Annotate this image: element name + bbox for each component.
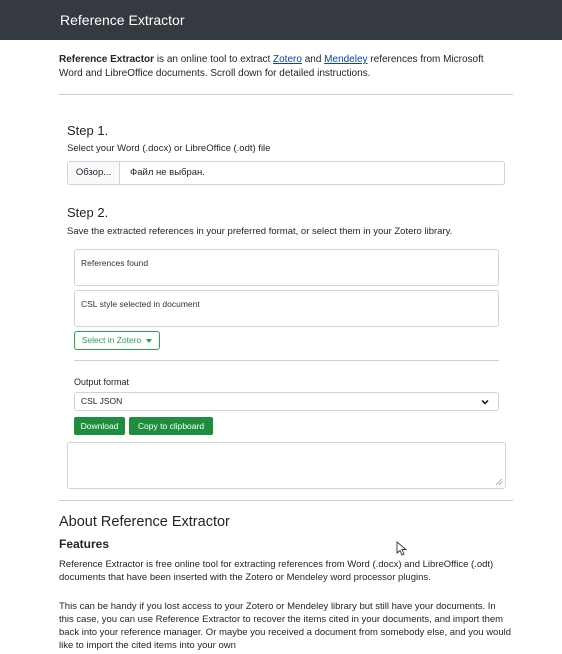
zotero-link[interactable]: Zotero [273,54,302,65]
divider [74,360,499,361]
step1-desc: Select your Word (.docx) or LibreOffice … [67,143,271,154]
step2-title: Step 2. [67,205,109,220]
intro-app-name: Reference Extractor [59,54,155,65]
chevron-down-icon [481,399,489,405]
divider [59,94,513,95]
intro-text-and: and [301,54,325,65]
step1-title: Step 1. [67,123,109,138]
app-title[interactable]: Reference Extractor [60,0,185,40]
intro-text: Reference Extractor is an online tool to… [59,53,509,81]
download-button[interactable]: Download [74,417,125,435]
divider [59,500,513,501]
select-in-zotero-label: Select in Zotero [81,335,142,345]
mendeley-link[interactable]: Mendeley [324,54,367,65]
output-format-label: Output format [74,377,130,387]
csl-style-box[interactable]: CSL style selected in document [74,290,499,327]
step2-desc: Save the extracted references in your pr… [67,226,453,237]
output-format-select[interactable]: CSL JSON [74,392,499,411]
references-found-label: References found [81,258,149,268]
csl-style-label: CSL style selected in document [81,299,200,309]
intro-text-a: is an online tool to extract [154,54,274,65]
browse-button[interactable]: Обзор... [68,162,120,184]
features-title: Features [59,537,110,551]
about-title: About Reference Extractor [59,514,230,530]
output-format-value: CSL JSON [81,396,123,406]
mouse-pointer-icon [396,541,408,556]
features-paragraph-1: Reference Extractor is free online tool … [59,559,494,583]
copy-to-clipboard-button[interactable]: Copy to clipboard [129,417,213,435]
caret-down-icon [146,338,153,343]
resize-handle-icon[interactable] [495,478,503,486]
file-input[interactable]: Обзор... Файл не выбран. [67,161,505,185]
output-textarea[interactable] [67,442,506,489]
references-found-box[interactable]: References found [74,249,499,286]
select-in-zotero-button[interactable]: Select in Zotero [74,331,160,350]
header-bar: Reference Extractor [0,0,562,40]
file-status: Файл не выбран. [130,167,205,178]
features-paragraph-2: This can be handy if you lost access to … [59,601,512,651]
